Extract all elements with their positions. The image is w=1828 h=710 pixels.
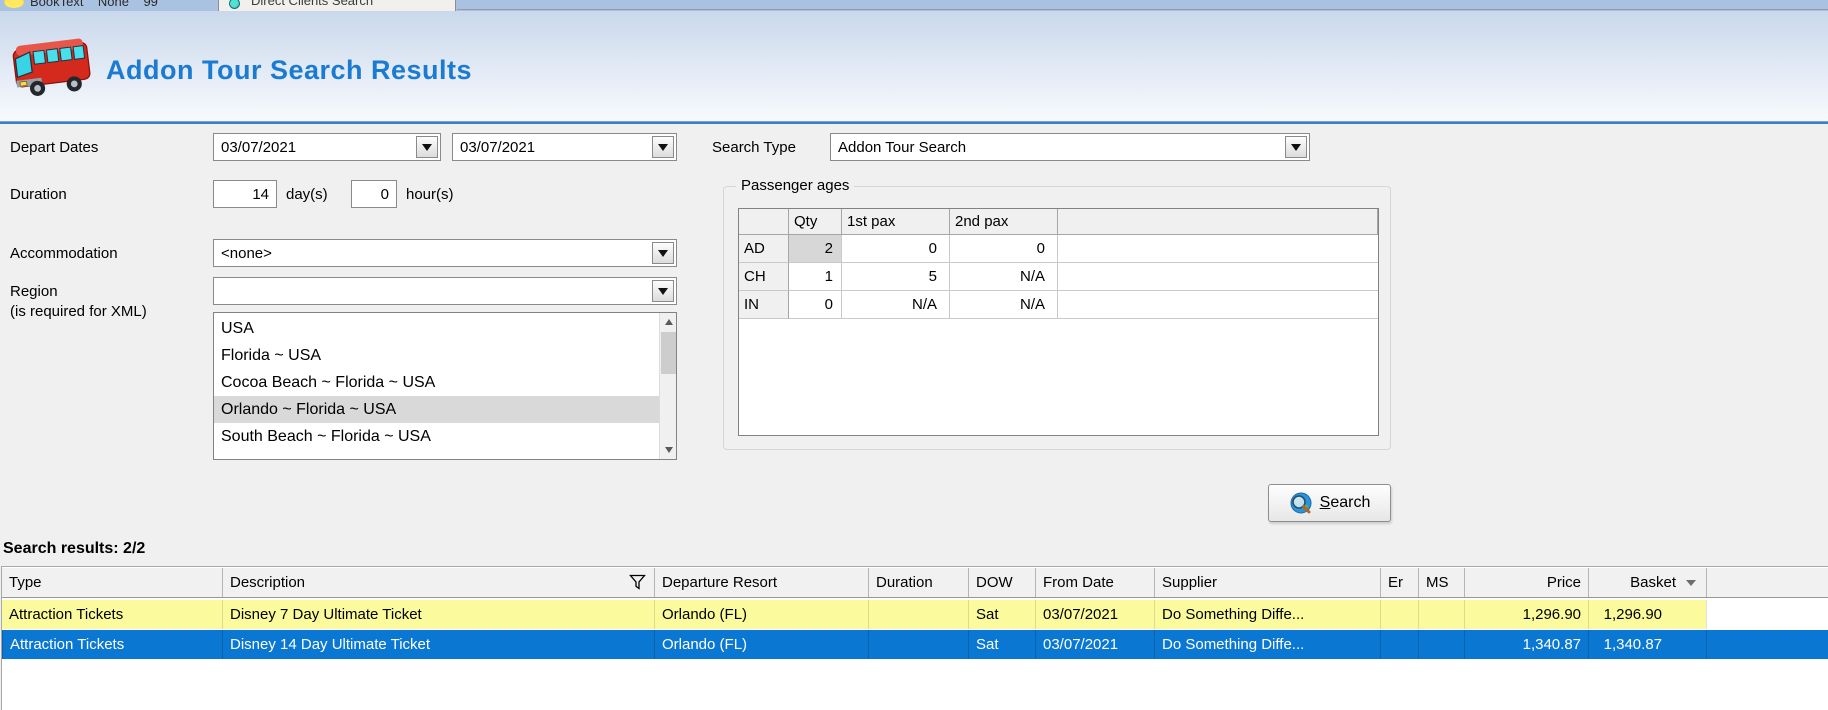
globe-icon [229,0,240,9]
results-table-header: Type Description Departure Resort Durati… [2,568,1828,598]
search-button[interactable]: Search [1268,484,1391,522]
passenger-row-infant: IN 0 N/A N/A [739,291,1378,319]
search-type-label: Search Type [712,139,796,156]
column-header-type[interactable]: Type [2,568,222,597]
hours-suffix-label: hour(s) [406,186,454,203]
region-option[interactable]: Florida ~ USA [214,342,659,369]
column-header-er[interactable]: Er [1380,568,1418,597]
column-header-price[interactable]: Price [1464,568,1588,597]
pax2-column-header: 2nd pax [950,209,1058,235]
infant-pax1-cell[interactable]: N/A [842,291,950,319]
infant-qty-cell[interactable]: 0 [789,291,842,319]
sort-desc-icon [1686,580,1696,586]
filler-header [1058,209,1378,235]
child-pax1-cell[interactable]: 5 [842,263,950,291]
region-note: (is required for XML) [10,303,147,320]
column-header-filler [1706,568,1828,597]
column-header-from-date[interactable]: From Date [1035,568,1154,597]
tab-direct-clients-search[interactable]: Direct Clients Search [218,0,456,11]
bus-icon [12,38,91,96]
passenger-table-header: Qty 1st pax 2nd pax [739,209,1378,235]
dropdown-arrow-icon[interactable] [652,242,674,264]
region-option-clipped[interactable] [214,450,659,459]
infant-pax2-cell[interactable]: N/A [950,291,1058,319]
child-qty-cell[interactable]: 1 [789,263,842,291]
dropdown-arrow-icon[interactable] [416,136,438,158]
days-suffix-label: day(s) [286,186,328,203]
region-listbox[interactable]: USA Florida ~ USA Cocoa Beach ~ Florida … [213,312,677,460]
result-row-2-selected[interactable]: Attraction Tickets Disney 14 Day Ultimat… [2,630,1828,659]
scroll-down-icon[interactable] [660,441,676,459]
header-divider [0,121,1828,124]
column-header-basket[interactable]: Basket [1588,568,1706,597]
search-globe-icon [1290,492,1312,514]
row-header-ad[interactable]: AD [739,235,789,263]
column-header-description[interactable]: Description [222,568,654,597]
passenger-row-child: CH 1 5 N/A [739,263,1378,291]
addon-tour-search-window: BookText None 99 Direct Clients Search A… [0,0,1828,710]
region-label: Region [10,283,58,300]
duration-label: Duration [10,186,67,203]
passenger-ages-table: Qty 1st pax 2nd pax AD 2 0 0 CH 1 5 N/A … [738,208,1379,436]
top-strip-text: BookText None 99 [30,0,158,9]
scroll-up-icon[interactable] [660,313,676,331]
column-header-duration[interactable]: Duration [868,568,968,597]
dropdown-arrow-icon[interactable] [1285,136,1307,158]
region-option[interactable]: South Beach ~ Florida ~ USA [214,423,659,450]
adult-pax1-cell[interactable]: 0 [842,235,950,263]
column-header-supplier[interactable]: Supplier [1154,568,1380,597]
column-header-ms[interactable]: MS [1418,568,1464,597]
depart-to-combobox[interactable]: 03/07/2021 [452,133,677,161]
filter-icon[interactable] [629,574,646,591]
duration-hours-input[interactable] [351,180,397,208]
child-pax2-cell[interactable]: N/A [950,263,1058,291]
region-combobox[interactable] [213,277,677,305]
qty-column-header: Qty [789,209,842,235]
depart-from-combobox[interactable]: 03/07/2021 [213,133,441,161]
results-table: Type Description Departure Resort Durati… [1,566,1828,710]
search-type-combobox[interactable]: Addon Tour Search [830,133,1310,161]
region-option[interactable]: Cocoa Beach ~ Florida ~ USA [214,369,659,396]
accommodation-label: Accommodation [10,245,118,262]
result-row-1[interactable]: Attraction Tickets Disney 7 Day Ultimate… [2,600,1828,629]
adult-qty-cell[interactable]: 2 [789,235,842,263]
scrollbar-thumb[interactable] [661,332,676,374]
region-option-selected[interactable]: Orlando ~ Florida ~ USA [214,396,659,423]
top-tab-strip: BookText None 99 Direct Clients Search [0,0,1828,11]
row-header-ch[interactable]: CH [739,263,789,291]
region-option[interactable]: USA [214,315,659,342]
page-header: Addon Tour Search Results [0,11,1828,121]
listbox-scrollbar[interactable] [659,313,676,459]
passenger-row-adult: AD 2 0 0 [739,235,1378,263]
passenger-ages-title: Passenger ages [736,177,855,194]
column-header-departure-resort[interactable]: Departure Resort [654,568,868,597]
dropdown-arrow-icon[interactable] [652,280,674,302]
duration-days-input[interactable] [213,180,277,208]
tab-strip-border [457,9,1828,10]
search-button-label: Search [1319,494,1371,511]
pax1-column-header: 1st pax [842,209,950,235]
passenger-ages-group: Passenger ages Qty 1st pax 2nd pax AD 2 … [723,177,1391,450]
page-title: Addon Tour Search Results [106,55,473,85]
depart-dates-label: Depart Dates [10,139,99,156]
search-results-summary: Search results: 2/2 [3,540,146,557]
adult-pax2-cell[interactable]: 0 [950,235,1058,263]
corner-cell [739,209,789,235]
row-header-in[interactable]: IN [739,291,789,319]
column-header-dow[interactable]: DOW [968,568,1035,597]
dropdown-arrow-icon[interactable] [652,136,674,158]
accommodation-combobox[interactable]: <none> [213,239,677,267]
app-icon [4,0,24,8]
